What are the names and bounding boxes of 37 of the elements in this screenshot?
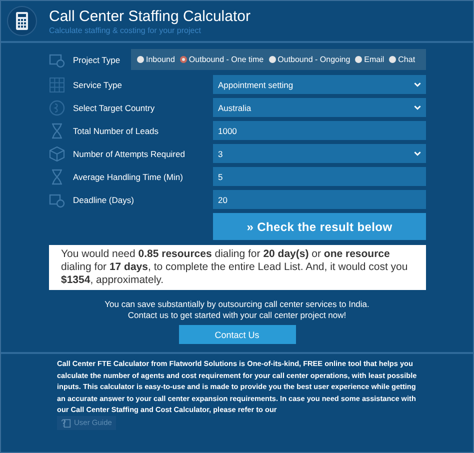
field-label: Number of Attempts Required — [73, 148, 186, 158]
check-result-button[interactable]: » Check the result below — [213, 213, 426, 240]
input-field[interactable]: 1000 — [213, 121, 426, 140]
radio-button[interactable] — [268, 56, 276, 63]
dropdown[interactable]: Appointment setting — [213, 75, 426, 94]
hourglass-icon — [49, 122, 65, 138]
field-label: Select Target Country — [73, 102, 156, 112]
chevron-down-icon — [414, 82, 421, 87]
radio-option[interactable]: Outbound - One time — [180, 55, 264, 64]
input-field[interactable]: 20 — [213, 190, 426, 209]
chevron-down-icon — [414, 151, 421, 156]
radio-button[interactable] — [137, 56, 144, 63]
field-label: Project Type — [73, 54, 122, 64]
radio-option[interactable]: Inbound — [137, 55, 175, 64]
radio-button[interactable] — [180, 56, 187, 63]
cube-icon — [49, 146, 65, 162]
chevron-down-icon — [414, 105, 421, 110]
promo-text: You can save substantially by outsourcing call center services to India. Contact us to get started with your call center project now! — [104, 299, 370, 321]
result-text: You would need 0.85 resources dialing for 20 day(s) or one resource dialing for 17 days, to complete the entire Lead List. And, it would cost you $1354, approximately. — [49, 245, 426, 290]
calculator-icon — [7, 6, 37, 36]
app-subtitle: Calculate staffing & costing for your project — [49, 26, 202, 34]
radio-button[interactable] — [355, 56, 362, 63]
contact-button[interactable]: Contact Us — [178, 325, 296, 344]
field-label: Service Type — [73, 80, 123, 90]
radio-option[interactable]: Email — [355, 55, 384, 64]
grid-icon — [49, 76, 65, 92]
field-label: Deadline (Days) — [73, 194, 135, 204]
app-title: Call Center Staffing Calculator — [49, 8, 250, 26]
dropdown[interactable]: 3 — [213, 144, 426, 163]
field-label: Total Number of Leads — [73, 126, 160, 136]
hourglass-icon — [49, 168, 65, 184]
radio-button[interactable] — [389, 56, 396, 63]
radio-option[interactable]: Chat — [389, 55, 416, 64]
dropdown[interactable]: Australia — [213, 98, 426, 117]
field-label: Average Handling Time (Min) — [73, 172, 184, 182]
input-field[interactable]: 5 — [213, 167, 426, 186]
radio-option[interactable]: Outbound - Ongoing — [268, 55, 350, 64]
